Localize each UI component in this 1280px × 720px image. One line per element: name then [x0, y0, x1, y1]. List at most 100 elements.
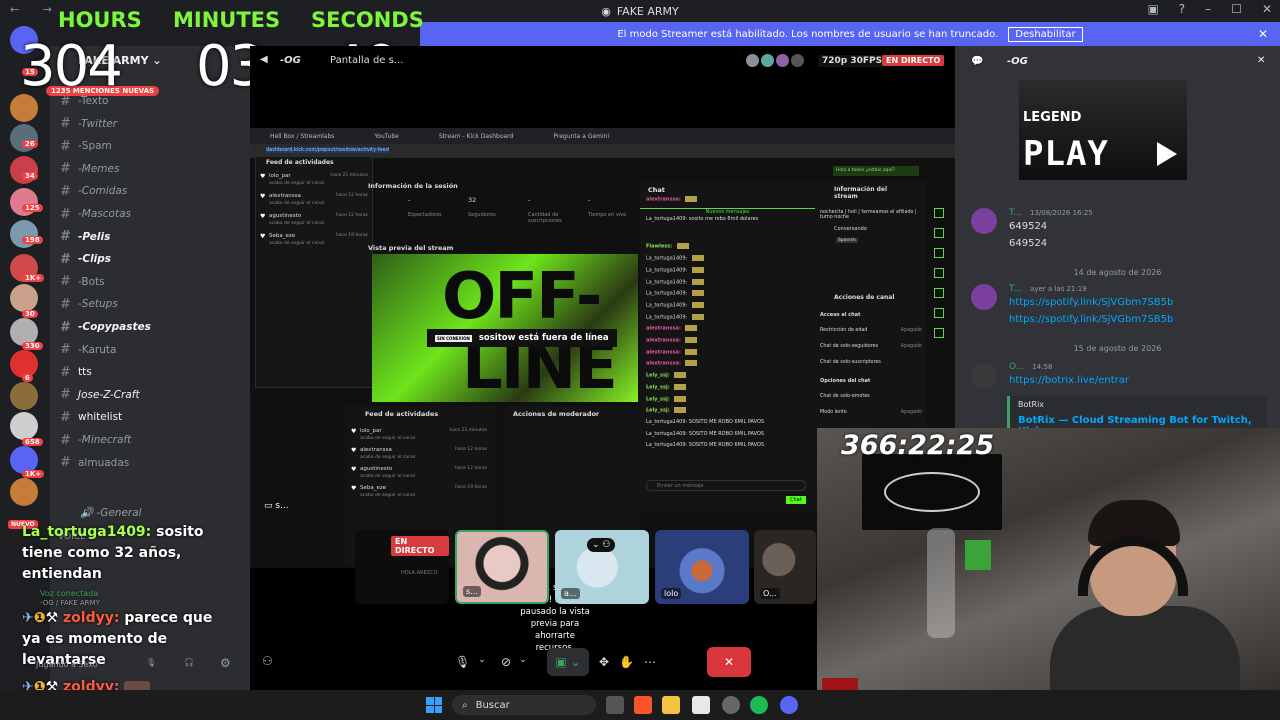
tool-icon[interactable] — [934, 328, 944, 338]
spotify-icon[interactable] — [750, 696, 768, 714]
chat-user[interactable]: alextranssa: — [646, 197, 681, 203]
more-options-icon[interactable]: ⋯ — [644, 655, 656, 669]
channel-action-row[interactable]: Chat de solo-seguidores Apagado — [820, 344, 922, 349]
task-view-icon[interactable] — [606, 696, 624, 714]
channel-item[interactable]: # Jose-Z-Craft — [60, 386, 140, 404]
server-icon[interactable] — [10, 284, 38, 312]
mic-button[interactable]: 🎙 ⌄ — [455, 655, 491, 669]
taskbar-search[interactable]: ⌕ Buscar — [452, 695, 596, 715]
chat-user[interactable]: Flawless: — [646, 244, 672, 250]
chat-option-row[interactable]: Modo lento Apagado — [820, 410, 922, 415]
close-banner-icon[interactable]: ✕ — [1258, 27, 1268, 41]
tool-icon[interactable] — [934, 288, 944, 298]
chat-user[interactable]: La_tortuga1409: — [646, 302, 687, 308]
maximize-icon[interactable]: ☐ — [1231, 2, 1242, 16]
chat-user[interactable]: alextranssa: — [646, 338, 681, 344]
chat-option-row[interactable]: Chat de solo-emotes — [820, 394, 922, 399]
channel-item[interactable]: # tts — [60, 363, 92, 381]
chat-send-button[interactable]: Chat — [786, 496, 806, 504]
nav-arrows-icon[interactable]: ← → — [10, 3, 62, 16]
avatar[interactable] — [971, 284, 997, 310]
tool-icon[interactable] — [934, 228, 944, 238]
message-author[interactable]: O... — [1009, 362, 1024, 372]
channel-item[interactable]: # -Minecraft — [60, 431, 131, 449]
add-friend-icon[interactable]: ⌄ ⚇ — [587, 538, 616, 552]
close-window-icon[interactable]: ✕ — [1262, 2, 1272, 16]
browser-tab[interactable]: Pregunta a Gemini — [553, 133, 609, 140]
app-icon[interactable] — [722, 696, 740, 714]
camera-button[interactable]: ⊘ ⌄ — [501, 655, 537, 669]
brave-icon[interactable] — [634, 696, 652, 714]
chat-user[interactable]: Lely_ssj: — [646, 384, 670, 390]
message-link[interactable]: https://botrix.live/entrar — [1009, 375, 1129, 386]
participant-tile[interactable]: a... ⌄ ⚇ — [555, 530, 649, 604]
headphones-icon[interactable]: 🎧 — [184, 658, 194, 667]
chevron-down-icon[interactable]: ⌄ — [478, 655, 486, 669]
avatar[interactable] — [971, 362, 997, 388]
channel-item[interactable]: # -Karuta — [60, 341, 116, 359]
tool-icon[interactable] — [934, 308, 944, 318]
channel-item[interactable]: # -Clips — [60, 250, 111, 268]
server-icon[interactable] — [10, 382, 38, 410]
tool-icon[interactable] — [934, 268, 944, 278]
message-author[interactable]: T... — [1009, 208, 1022, 218]
chat-user[interactable]: Lely_ssj: — [646, 373, 670, 379]
close-chat-icon[interactable]: ✕ — [1257, 55, 1265, 66]
channel-item[interactable]: # -Spam — [60, 137, 112, 155]
channel-item[interactable]: # -Bots — [60, 273, 105, 291]
link-embed[interactable]: BotRix BotRix — Cloud Streaming Bot for … — [1007, 396, 1267, 437]
participant-tile[interactable]: O... — [754, 530, 816, 604]
channel-action-row[interactable]: Restricción de edad Apagado — [820, 328, 922, 333]
viewer-avatars[interactable] — [746, 54, 804, 67]
tool-icon[interactable] — [934, 208, 944, 218]
channel-item[interactable]: # -Twitter — [60, 115, 117, 133]
add-person-icon[interactable]: ⚇ — [262, 654, 273, 668]
disable-streamer-button[interactable]: Deshabilitar — [1008, 26, 1083, 42]
discord-icon[interactable] — [780, 696, 798, 714]
participant-tile[interactable]: s... — [455, 530, 549, 604]
channel-item[interactable]: # -Comidas — [60, 182, 127, 200]
channel-item[interactable]: # -Setups — [60, 295, 118, 313]
channel-item[interactable]: # almuadas — [60, 454, 129, 472]
soundboard-icon[interactable]: ✋ — [619, 655, 634, 669]
settings-icon[interactable]: ⚙ — [220, 656, 231, 670]
chat-user[interactable]: alextranssa: — [646, 326, 681, 332]
inbox-icon[interactable]: ▣ — [1147, 2, 1158, 16]
windows-start-icon[interactable] — [426, 697, 442, 713]
app-icon[interactable] — [692, 696, 710, 714]
browser-tab[interactable]: YouTube — [374, 133, 398, 140]
screen-share-button[interactable]: ▣ ⌄ — [547, 648, 589, 676]
message-link[interactable]: https://spotify.link/SjVGbm7SB5b — [1009, 314, 1173, 325]
chat-user[interactable]: La_tortuga1409: — [646, 267, 687, 273]
chat-user[interactable]: La_tortuga1409: — [646, 256, 687, 262]
mic-icon[interactable]: 🎙 — [146, 658, 156, 667]
chat-user[interactable]: Lely_ssj: — [646, 396, 670, 402]
chat-input[interactable]: Enviar un mensaje — [646, 480, 806, 491]
participant-tile[interactable]: lolo — [655, 530, 749, 604]
voice-channel-general[interactable]: 🔊 -General — [80, 506, 142, 519]
chat-user[interactable]: La_tortuga1409: — [646, 216, 687, 222]
browser-tab[interactable]: Hell Box / Streamlabs — [270, 133, 334, 140]
channel-item[interactable]: # -Copypastes — [60, 318, 151, 336]
chat-user[interactable]: La_tortuga1409: — [646, 419, 687, 425]
tool-icon[interactable] — [934, 248, 944, 258]
minimize-icon[interactable]: – — [1205, 2, 1211, 16]
message-author[interactable]: T... — [1009, 284, 1022, 294]
help-icon[interactable]: ? — [1179, 2, 1185, 16]
file-explorer-icon[interactable] — [662, 696, 680, 714]
server-icon[interactable] — [10, 412, 38, 440]
activities-icon[interactable]: ✥ — [599, 655, 609, 669]
disconnect-button[interactable]: ✕ — [707, 647, 751, 677]
server-icon[interactable] — [10, 478, 38, 506]
chat-user[interactable]: La_tortuga1409: — [646, 314, 687, 320]
chat-user[interactable]: alextranssa: — [646, 349, 681, 355]
participant-tile[interactable]: EN DIRECTO HOLA AREZCO — [355, 530, 449, 604]
message-link[interactable]: https://spotify.link/SjVGbm7SB5b — [1009, 297, 1173, 308]
channel-action-row[interactable]: Chat de solo-suscriptores — [820, 360, 922, 365]
chat-user[interactable]: alextranssa: — [646, 361, 681, 367]
browser-tab[interactable]: Stream - Kick Dashboard — [439, 133, 514, 140]
channel-item[interactable]: # -Memes — [60, 160, 119, 178]
chat-user[interactable]: Lely_ssj: — [646, 408, 670, 414]
chat-user[interactable]: La_tortuga1409: — [646, 291, 687, 297]
chat-user[interactable]: La_tortuga1409: — [646, 279, 687, 285]
